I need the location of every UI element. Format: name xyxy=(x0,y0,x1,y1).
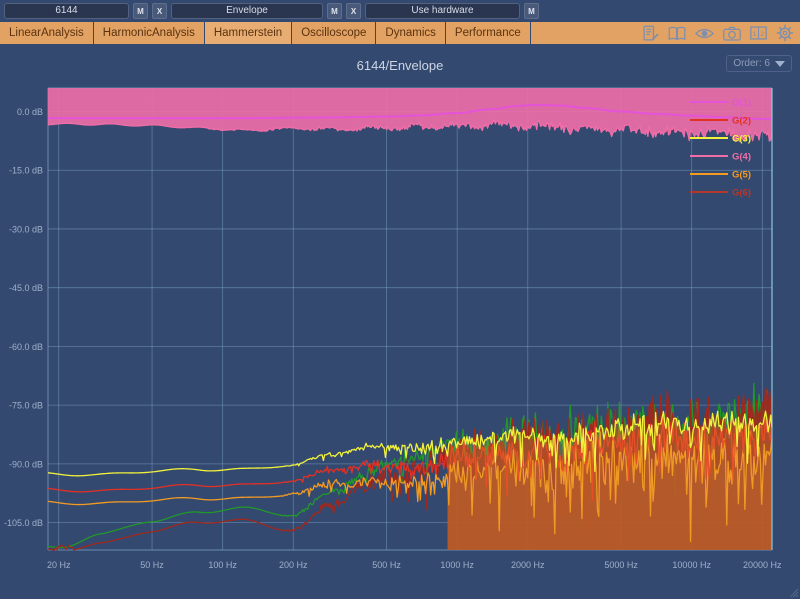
toolbar-icons: 1 2 xyxy=(642,24,794,42)
tab-oscilloscope[interactable]: Oscilloscope xyxy=(292,22,377,44)
chevron-down-icon xyxy=(775,60,785,67)
x-axis-tick-label: 500 Hz xyxy=(372,560,401,570)
legend-label: G(4) xyxy=(732,152,751,163)
y-axis-tick-label: -15.0 dB xyxy=(9,166,43,176)
use-hardware-m-button[interactable]: M xyxy=(524,3,539,19)
legend-label: G(6) xyxy=(732,188,751,199)
y-axis-tick-label: -45.0 dB xyxy=(9,283,43,293)
y-axis-tick-label: -90.0 dB xyxy=(9,459,43,469)
x-axis-tick-label: 1000 Hz xyxy=(440,560,474,570)
eye-icon[interactable] xyxy=(695,25,714,42)
x-axis-tick-label: 20 Hz xyxy=(47,560,71,570)
spectrum-plot[interactable]: 0.0 dB -15.0 dB -30.0 dB -45.0 dB -60.0 dB -7… xyxy=(0,80,800,580)
spectrum-plot-svg: 0.0 dB -15.0 dB -30.0 dB -45.0 dB -60.0 dB -7… xyxy=(0,80,800,580)
device-name-x-button[interactable]: X xyxy=(152,3,167,19)
device-name-m-button[interactable]: M xyxy=(133,3,148,19)
use-hardware-button[interactable]: Use hardware xyxy=(365,3,520,19)
preset-name-input[interactable]: Envelope xyxy=(171,3,323,19)
top-toolbar: 6144 M X Envelope M X Use hardware M xyxy=(0,0,800,22)
resize-grip-icon[interactable] xyxy=(787,586,799,598)
y-axis-tick-label: -60.0 dB xyxy=(9,342,43,352)
tab-dynamics[interactable]: Dynamics xyxy=(376,22,446,44)
tab-performance[interactable]: Performance xyxy=(445,22,531,44)
svg-text:2: 2 xyxy=(760,31,764,38)
x-axis-tick-label: 200 Hz xyxy=(279,560,308,570)
gear-icon[interactable] xyxy=(776,24,794,42)
legend-label: G(5) xyxy=(732,170,751,181)
y-axis-tick-label: -105.0 dB xyxy=(4,518,43,528)
svg-text:1: 1 xyxy=(753,31,757,38)
application-window: 6144 M X Envelope M X Use hardware M Lin… xyxy=(0,0,800,599)
split-view-icon[interactable]: 1 2 xyxy=(750,25,767,41)
camera-icon[interactable] xyxy=(723,25,741,42)
y-axis-tick-label: -75.0 dB xyxy=(9,401,43,411)
legend-label: G(3) xyxy=(732,134,751,145)
x-axis-tick-label: 10000 Hz xyxy=(672,560,711,570)
book-icon[interactable] xyxy=(668,25,686,42)
order-dropdown[interactable]: Order: 6 xyxy=(726,55,792,72)
preset-x-button[interactable]: X xyxy=(346,3,361,19)
x-axis-tick-label: 5000 Hz xyxy=(604,560,638,570)
notes-icon[interactable] xyxy=(642,25,659,42)
x-axis-tick-label: 20000 Hz xyxy=(743,560,782,570)
x-axis-tick-label: 50 Hz xyxy=(140,560,164,570)
device-name-input[interactable]: 6144 xyxy=(4,3,129,19)
x-axis-tick-label: 2000 Hz xyxy=(511,560,545,570)
y-axis-tick-label: -30.0 dB xyxy=(9,224,43,234)
tab-linear-analysis[interactable]: LinearAnalysis xyxy=(0,22,94,44)
y-axis-tick-label: 0.0 dB xyxy=(17,107,43,117)
preset-m-button[interactable]: M xyxy=(327,3,342,19)
tab-hammerstein[interactable]: Hammerstein xyxy=(204,22,293,44)
legend-label: G(1) xyxy=(732,98,751,109)
tab-harmonic-analysis[interactable]: HarmonicAnalysis xyxy=(93,22,205,44)
legend-label: G(2) xyxy=(732,116,751,127)
page-title: 6144/Envelope xyxy=(356,58,444,73)
x-axis-tick-label: 100 Hz xyxy=(208,560,237,570)
order-dropdown-label: Order: 6 xyxy=(733,58,770,69)
